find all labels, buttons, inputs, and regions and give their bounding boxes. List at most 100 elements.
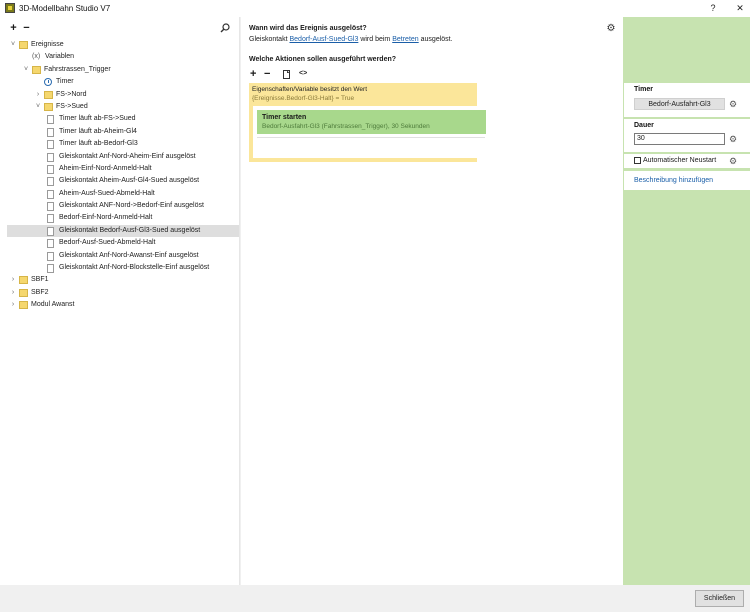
tree-item[interactable]: Bedorf-Ausf-Sued-Abmeld-Halt	[0, 237, 240, 249]
add-description-link[interactable]: Beschreibung hinzufügen	[634, 177, 713, 184]
tree-item[interactable]: Gleiskontakt Anf-Nord-Aheim-Einf ausgelö…	[0, 151, 240, 163]
auto-restart-section: Automatischer Neustart ⚙	[624, 154, 750, 168]
tree-item-label: Gleiskontakt ANF-Nord->Bedorf-Einf ausge…	[59, 202, 204, 210]
tree-item-content: › SBF1	[0, 274, 240, 286]
tree-item-content: Bedorf-Ausf-Sued-Abmeld-Halt	[0, 237, 240, 249]
chevron-down-icon[interactable]: ˅	[9, 39, 17, 51]
timer-label: Timer	[634, 86, 653, 93]
tree-item[interactable]: (x) Variablen	[0, 51, 240, 63]
duration-input[interactable]: 30	[634, 133, 725, 145]
tree-item-label: Bedorf-Ausf-Sued-Abmeld-Halt	[59, 239, 156, 247]
tree-item-content: Gleiskontakt Anf-Nord-Awanst-Einf ausgel…	[0, 250, 240, 262]
tree-item-content: Gleiskontakt Anf-Nord-Aheim-Einf ausgelö…	[0, 151, 240, 163]
tree-item-content: Timer läuft ab-Bedorf-Gl3	[0, 138, 240, 150]
tree-item[interactable]: › SBF1	[0, 274, 240, 286]
document-icon	[47, 226, 54, 236]
action-block[interactable]: Timer starten Bedorf-Ausfahrt-Gl3 (Fahrs…	[257, 110, 486, 134]
tree-item-label: FS->Nord	[56, 90, 87, 98]
trigger-heading: Wann wird das Ereignis ausgelöst?	[249, 25, 367, 32]
close-button[interactable]: Schließen	[695, 590, 744, 607]
tree-item[interactable]: Aheim-Einf-Nord-Anmeld-Halt	[0, 163, 240, 175]
tree-item-content: Timer läuft ab-Aheim-Gl4	[0, 126, 240, 138]
tree-item[interactable]: Gleiskontakt Anf-Nord-Blockstelle-Einf a…	[0, 262, 240, 274]
condition-header[interactable]: Eigenschaften/Variable besitzt den Wert …	[249, 83, 477, 106]
document-icon	[47, 140, 54, 150]
duration-section: Dauer 30 ⚙	[624, 119, 750, 152]
paste-button[interactable]	[283, 70, 291, 81]
action-detail: Bedorf-Ausfahrt-Gl3 (Fahrstrassen_Trigge…	[262, 123, 430, 130]
window-close-button[interactable]: ✕	[733, 2, 747, 14]
trigger-prefix: Gleiskontakt	[249, 36, 288, 43]
help-button[interactable]: ?	[706, 2, 720, 14]
add-action-button[interactable]: +	[250, 69, 256, 80]
tree-item-content: Bedorf-Einf-Nord-Anmeld-Halt	[0, 212, 240, 224]
variable-icon: (x)	[32, 53, 41, 61]
tree-toolbar: + −	[8, 23, 32, 35]
tree-item[interactable]: Gleiskontakt Anf-Nord-Awanst-Einf ausgel…	[0, 250, 240, 262]
event-tree: ˅ Ereignisse (x) Variablen ˅ Fahrstrassen_Tri…	[0, 39, 240, 312]
chevron-right-icon[interactable]: ›	[9, 274, 17, 286]
settings-gear-icon[interactable]: ⚙	[605, 23, 617, 35]
event-editor: Wann wird das Ereignis ausgelöst? Gleisk…	[241, 17, 623, 585]
remove-event-button[interactable]: −	[21, 23, 32, 34]
chevron-right-icon[interactable]: ›	[34, 89, 42, 101]
tree-item[interactable]: Gleiskontakt Aheim-Ausf-Gl4-Sued ausgelö…	[0, 175, 240, 187]
tree-item[interactable]: Timer läuft ab-Bedorf-Gl3	[0, 138, 240, 150]
tree-item[interactable]: ˅ FS->Sued	[0, 101, 240, 113]
condition-block[interactable]: Eigenschaften/Variable besitzt den Wert …	[249, 83, 486, 162]
tree-item-content: ˅ Ereignisse	[0, 39, 240, 51]
tree-item-content: Gleiskontakt Bedorf-Ausf-Gl3-Sued ausgel…	[0, 225, 239, 237]
tree-item[interactable]: › SBF2	[0, 287, 240, 299]
tree-item-label: Gleiskontakt Anf-Nord-Awanst-Einf ausgel…	[59, 251, 199, 259]
auto-restart-checkbox[interactable]	[634, 157, 641, 164]
search-button[interactable]	[220, 23, 230, 33]
trigger-contact-link[interactable]: Bedorf-Ausf-Sued-Gl3	[289, 36, 358, 43]
folder-icon	[19, 41, 28, 49]
chevron-right-icon[interactable]: ›	[9, 287, 17, 299]
tree-item[interactable]: Timer läuft ab-Aheim-Gl4	[0, 126, 240, 138]
trigger-event-link[interactable]: Betreten	[392, 36, 418, 43]
tree-item-content: ˅ Fahrstrassen_Trigger	[0, 64, 240, 76]
tree-item[interactable]: Timer läuft ab-FS->Sued	[0, 113, 240, 125]
tree-item-content: Gleiskontakt Aheim-Ausf-Gl4-Sued ausgelö…	[0, 175, 240, 187]
remove-action-button[interactable]: −	[264, 69, 270, 80]
tree-item-content: Aheim-Einf-Nord-Anmeld-Halt	[0, 163, 240, 175]
description-section: Beschreibung hinzufügen	[624, 171, 750, 190]
tree-item[interactable]: Bedorf-Einf-Nord-Anmeld-Halt	[0, 212, 240, 224]
tree-item-content: Gleiskontakt ANF-Nord->Bedorf-Einf ausge…	[0, 200, 240, 212]
tree-item[interactable]: › FS->Nord	[0, 89, 240, 101]
code-button[interactable]: <>	[299, 70, 307, 77]
chevron-down-icon[interactable]: ˅	[22, 64, 30, 76]
tree-item[interactable]: ˅ Ereignisse	[0, 39, 240, 51]
timer-select-button[interactable]: Bedorf-Ausfahrt-Gl3	[634, 98, 725, 110]
trigger-suffix: ausgelöst.	[420, 36, 453, 43]
folder-icon	[19, 276, 28, 285]
document-icon	[47, 152, 54, 162]
tree-item[interactable]: ˅ Fahrstrassen_Trigger	[0, 64, 240, 76]
tree-item-content: › SBF2	[0, 287, 240, 299]
tree-item[interactable]: Gleiskontakt Bedorf-Ausf-Gl3-Sued ausgel…	[7, 224, 239, 238]
tree-item-content: Timer läuft ab-FS->Sued	[0, 113, 240, 125]
timer-gear-icon[interactable]: ⚙	[728, 99, 738, 109]
auto-restart-gear-icon[interactable]: ⚙	[728, 156, 738, 166]
condition-bracket	[249, 106, 253, 158]
tree-item[interactable]: Gleiskontakt ANF-Nord->Bedorf-Einf ausge…	[0, 200, 240, 212]
footer-bar: Schließen	[0, 585, 750, 612]
tree-item[interactable]: Aheim-Ausf-Sued-Abmeld-Halt	[0, 188, 240, 200]
chevron-right-icon[interactable]: ›	[9, 299, 17, 311]
document-icon	[47, 164, 54, 174]
add-event-button[interactable]: +	[8, 23, 19, 34]
chevron-down-icon[interactable]: ˅	[34, 101, 42, 113]
folder-icon	[44, 90, 53, 99]
tree-item-content: Timer	[0, 76, 240, 88]
tree-item[interactable]: Timer	[0, 76, 240, 88]
tree-item[interactable]: › Modul Awanst	[0, 299, 240, 311]
tree-item-label: Timer	[56, 78, 74, 86]
tree-item-content: Gleiskontakt Anf-Nord-Blockstelle-Einf a…	[0, 262, 240, 274]
duration-gear-icon[interactable]: ⚙	[728, 134, 738, 144]
document-icon	[47, 189, 54, 199]
paste-icon	[283, 70, 290, 79]
tree-item-label: Fahrstrassen_Trigger	[44, 65, 111, 73]
tree-item-label: Aheim-Ausf-Sued-Abmeld-Halt	[59, 189, 155, 197]
tree-item-label: SBF2	[31, 288, 49, 296]
